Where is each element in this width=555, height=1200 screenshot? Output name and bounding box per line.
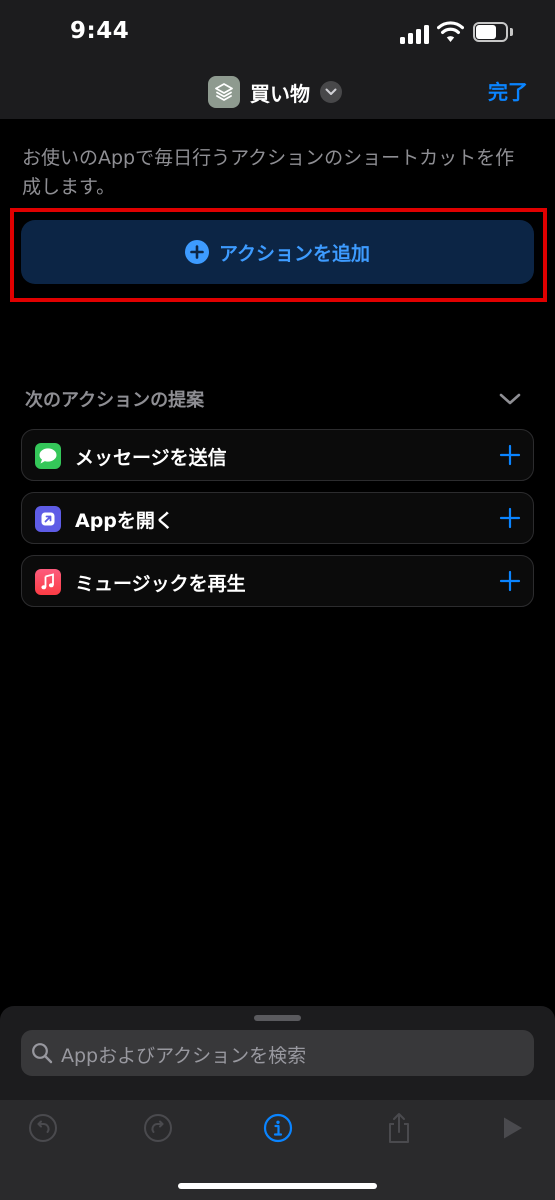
nav-bar: 買い物 完了 bbox=[0, 66, 555, 119]
plus-icon[interactable] bbox=[499, 507, 521, 529]
plus-circle-icon bbox=[184, 240, 209, 264]
suggestions-header: 次のアクションの提案 bbox=[25, 390, 205, 411]
search-icon bbox=[32, 1043, 53, 1064]
add-action-label: アクションを追加 bbox=[218, 242, 371, 265]
done-button[interactable]: 完了 bbox=[488, 76, 528, 105]
share-icon[interactable] bbox=[383, 1112, 415, 1144]
info-icon[interactable] bbox=[262, 1112, 294, 1144]
open-app-icon bbox=[35, 506, 61, 532]
home-indicator bbox=[178, 1183, 377, 1189]
layers-icon bbox=[208, 76, 240, 108]
status-time: 9:44 bbox=[70, 18, 130, 44]
suggestion-open-app[interactable]: Appを開く bbox=[21, 492, 534, 544]
shortcut-editor-screen: 9:44 買い物 完了 お使いのAppで毎日行うアクションのショートカットを作成… bbox=[0, 0, 555, 1200]
chevron-down-icon[interactable] bbox=[497, 386, 523, 412]
messages-icon bbox=[35, 443, 61, 469]
suggestion-label: メッセージを送信 bbox=[75, 447, 227, 469]
chevron-down-icon bbox=[320, 81, 342, 103]
wifi-icon bbox=[437, 21, 464, 42]
suggestion-label: Appを開く bbox=[75, 510, 174, 532]
redo-icon[interactable] bbox=[142, 1112, 174, 1144]
music-icon bbox=[35, 569, 61, 595]
add-action-button[interactable]: アクションを追加 bbox=[21, 220, 534, 284]
plus-icon[interactable] bbox=[499, 570, 521, 592]
battery-icon bbox=[473, 22, 513, 42]
search-input[interactable]: Appおよびアクションを検索 bbox=[21, 1030, 534, 1076]
cellular-signal-icon bbox=[400, 24, 430, 44]
status-bar: 9:44 bbox=[0, 0, 555, 66]
play-icon[interactable] bbox=[496, 1112, 528, 1144]
shortcut-title: 買い物 bbox=[250, 81, 310, 106]
search-placeholder: Appおよびアクションを検索 bbox=[61, 1045, 307, 1067]
suggestion-play-music[interactable]: ミュージックを再生 bbox=[21, 555, 534, 607]
suggestion-send-message[interactable]: メッセージを送信 bbox=[21, 429, 534, 481]
shortcut-title-menu[interactable]: 買い物 bbox=[208, 76, 342, 108]
sheet-grabber[interactable] bbox=[254, 1015, 301, 1021]
undo-icon[interactable] bbox=[27, 1112, 59, 1144]
suggestion-label: ミュージックを再生 bbox=[75, 573, 246, 595]
editor-description: お使いのAppで毎日行うアクションのショートカットを作成します。 bbox=[22, 147, 515, 198]
plus-icon[interactable] bbox=[499, 444, 521, 466]
